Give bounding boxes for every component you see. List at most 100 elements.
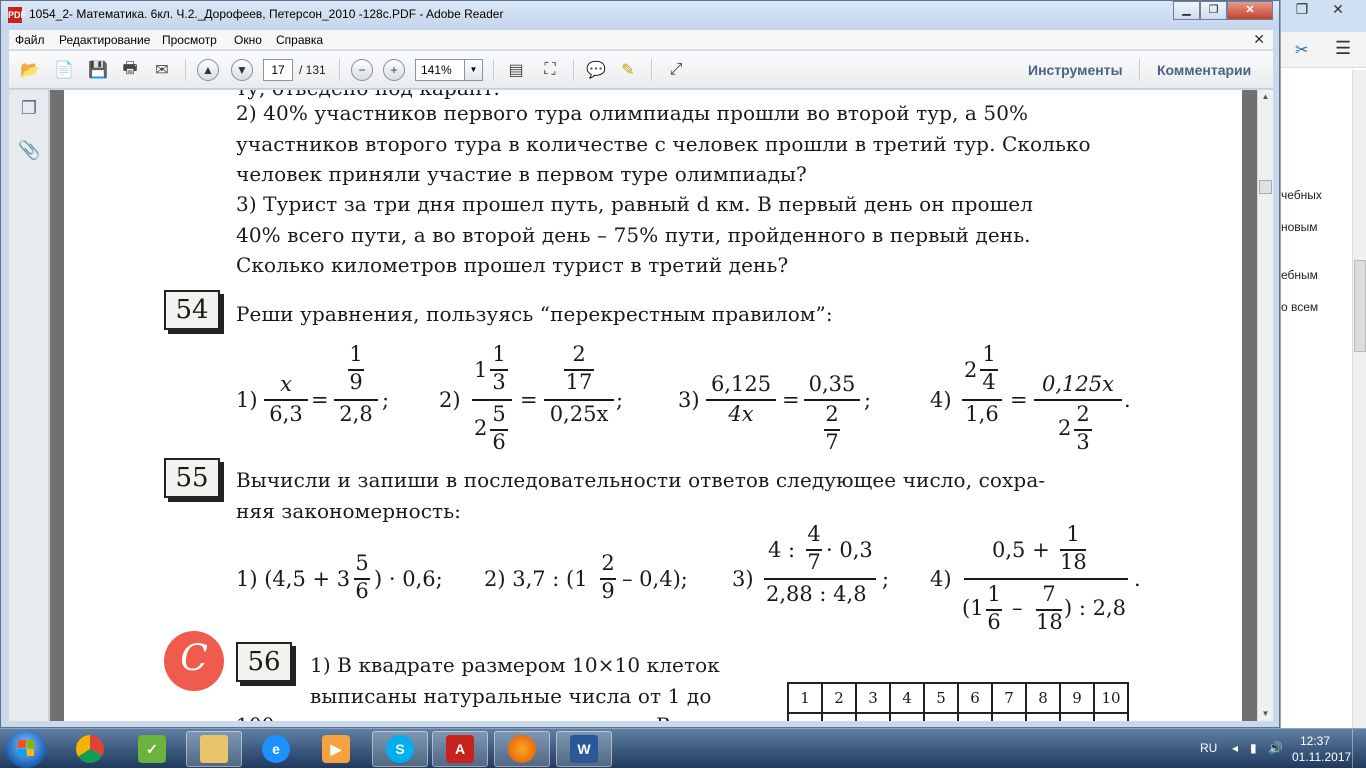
grid-cell: 1 — [787, 682, 823, 714]
fraction-num: 1 — [492, 342, 506, 366]
clock-date[interactable]: 01.11.2017 — [1292, 750, 1351, 764]
highlight-icon[interactable]: ✎ — [615, 58, 641, 82]
print-icon[interactable]: 🖶 — [117, 58, 143, 82]
close-document-icon[interactable]: ✕ — [1253, 31, 1265, 48]
background-window: ❐ ✕ ✂ ☰ чебных новым ебным о всем — [1280, 0, 1366, 728]
document-area[interactable]: ту, отведено под карант. 2) 40% участник… — [50, 90, 1257, 721]
fit-width-icon[interactable]: ⛶ — [537, 58, 563, 82]
taskbar-explorer[interactable] — [186, 731, 242, 767]
fraction-den: 9 — [601, 579, 615, 603]
clock-time[interactable]: 12:37 — [1300, 734, 1330, 748]
taskbar-word[interactable]: W — [556, 731, 612, 767]
menu-file[interactable]: Файл — [15, 33, 45, 47]
show-desktop-button[interactable] — [1352, 729, 1366, 769]
fraction-den: 9 — [349, 370, 363, 394]
grid-cell: 3 — [855, 682, 891, 714]
expr-text: (1 — [962, 596, 984, 620]
arrow-down-icon: ▼ — [231, 59, 253, 81]
tools-panel-link[interactable]: Инструменты — [1028, 62, 1123, 78]
zoom-out-button[interactable]: − — [349, 58, 375, 82]
minus-icon: − — [351, 59, 373, 81]
background-scrollbar[interactable] — [1352, 70, 1366, 728]
grid-cell: 9 — [1059, 682, 1095, 714]
start-button[interactable] — [6, 730, 46, 768]
open-icon[interactable]: 📂 — [17, 58, 43, 82]
volume-icon[interactable]: 🔊 — [1268, 741, 1283, 755]
text-line: ту, отведено под карант. — [236, 90, 500, 100]
zoom-dropdown-arrow[interactable]: ▼ — [465, 59, 483, 81]
fraction-den: 0,25x — [549, 402, 609, 426]
expr-text: 2) 3,7 : (1 — [484, 567, 588, 591]
menu-help[interactable]: Справка — [276, 33, 323, 47]
restore-icon[interactable]: ❐ — [1289, 0, 1315, 20]
taskbar-adobe-reader[interactable]: A — [432, 731, 488, 767]
comment-icon[interactable]: 💬 — [583, 58, 609, 82]
text-line: 3) Турист за три дня прошел путь, равный… — [236, 192, 1034, 216]
fraction-num: 1 — [982, 342, 996, 366]
taskbar-media[interactable]: ▶ — [308, 731, 364, 767]
close-icon[interactable]: ✕ — [1325, 0, 1351, 20]
create-pdf-icon[interactable]: 📄 — [51, 58, 77, 82]
attachments-icon[interactable]: 📎 — [18, 140, 40, 164]
pdf-page: ту, отведено под карант. 2) 40% участник… — [64, 90, 1242, 721]
comments-panel-link[interactable]: Комментарии — [1157, 62, 1251, 78]
vertical-scrollbar[interactable]: ▲ ▼ — [1257, 90, 1273, 721]
internet-explorer-icon: e — [262, 735, 290, 763]
fraction-num: 5 — [492, 402, 506, 426]
taskbar-app[interactable]: ✓ — [124, 731, 180, 767]
word-icon: W — [570, 735, 598, 763]
number-grid: 1 2 3 4 5 6 7 8 9 10 — [787, 682, 1129, 721]
pages-icon[interactable]: ❐ — [18, 98, 40, 122]
grid-cell: 2 — [821, 682, 857, 714]
fraction-num: 1 — [987, 582, 1001, 606]
taskbar-skype[interactable]: S — [372, 731, 428, 767]
menu-window[interactable]: Окно — [234, 33, 262, 47]
background-toolbar: ✂ ☰ — [1281, 32, 1366, 68]
eq-label: 3) — [732, 567, 754, 591]
fraction-num: 4 — [807, 522, 821, 546]
scroll-thumb[interactable] — [1259, 180, 1272, 194]
leaf-app-icon: ✓ — [138, 735, 166, 763]
tray-arrow-icon[interactable]: ◂ — [1232, 741, 1238, 755]
language-indicator[interactable]: RU — [1200, 741, 1217, 755]
fraction-den: 6 — [987, 610, 1001, 634]
grid-cell: 6 — [957, 682, 993, 714]
fraction-num: 2 — [825, 402, 839, 426]
zoom-input[interactable]: 141% — [415, 59, 465, 81]
fullscreen-icon[interactable]: ⤢ — [663, 58, 689, 82]
taskbar-firefox[interactable] — [494, 731, 550, 767]
next-page-button[interactable]: ▼ — [229, 58, 255, 82]
taskbar: ✓ e ▶ S A W RU ◂ ▮ 🔊 12:37 01.11.2017 — [0, 728, 1366, 769]
previous-page-button[interactable]: ▲ — [195, 58, 221, 82]
email-icon[interactable]: ✉ — [149, 58, 175, 82]
scroll-down-icon[interactable]: ▼ — [1258, 707, 1273, 721]
save-icon[interactable]: 💾 — [85, 58, 111, 82]
text-line: 2) 40% участников первого тура олимпиады… — [236, 101, 1029, 125]
eq-sign: = — [311, 388, 329, 412]
menubar: Файл Редактирование Просмотр Окно Справк… — [9, 30, 1273, 50]
zoom-in-button[interactable]: + — [381, 58, 407, 82]
fraction-den: 4 — [982, 370, 996, 394]
close-button[interactable]: ✕ — [1227, 1, 1273, 20]
firefox-icon — [508, 735, 536, 763]
pdf-icon: PDF — [8, 7, 26, 23]
menu-view[interactable]: Просмотр — [162, 33, 217, 47]
expr-text: ) : 2,8 — [1064, 596, 1127, 620]
fraction-den: 3 — [1076, 430, 1090, 454]
menu-icon[interactable]: ☰ — [1335, 38, 1351, 59]
scroll-up-icon[interactable]: ▲ — [1258, 90, 1273, 104]
background-scroll-thumb[interactable] — [1354, 260, 1366, 352]
fit-page-icon[interactable]: ▤ — [503, 58, 529, 82]
windows-logo-icon — [18, 740, 34, 756]
menu-edit[interactable]: Редактирование — [59, 33, 150, 47]
page-number-input[interactable]: 17 — [263, 59, 293, 81]
eq-label: 1) — [236, 388, 258, 412]
minimize-button[interactable]: ▁ — [1173, 1, 1200, 20]
network-icon[interactable]: ▮ — [1250, 741, 1257, 755]
taskbar-ie[interactable]: e — [248, 731, 304, 767]
taskbar-chrome[interactable] — [62, 731, 118, 767]
task-number-54: 54 — [164, 290, 220, 330]
maximize-button[interactable]: ❐ — [1200, 1, 1227, 20]
tools-icon[interactable]: ✂ — [1295, 40, 1308, 60]
text-line: 40% всего пути, а во второй день – 75% п… — [236, 223, 1031, 247]
